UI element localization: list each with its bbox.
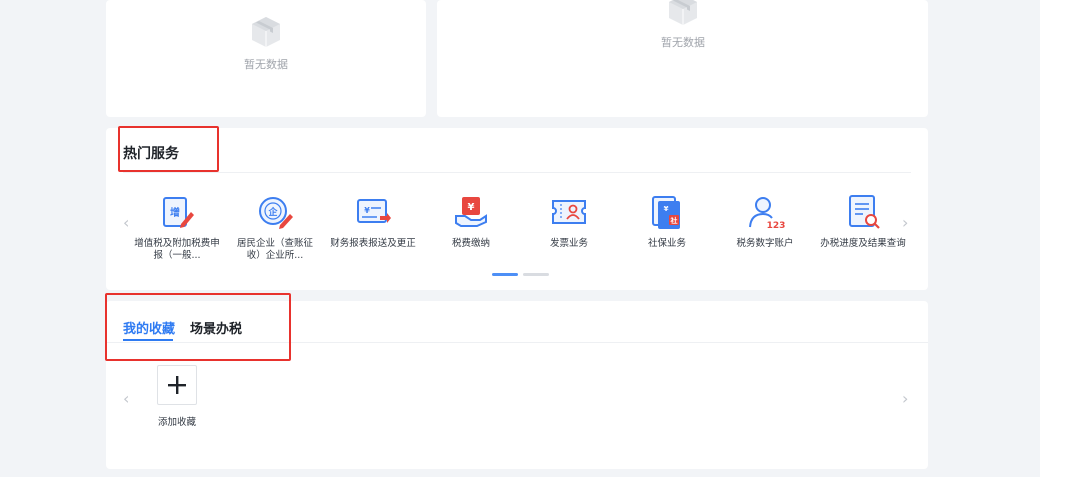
empty-state: 暂无数据 <box>229 14 303 72</box>
empty-text: 暂无数据 <box>244 58 288 71</box>
service-label: 税费缴纳 <box>451 238 490 249</box>
invoice-icon <box>552 200 586 224</box>
divider <box>123 172 911 173</box>
enterprise-income-icon: 企 <box>259 197 293 229</box>
service-item-digital-account[interactable]: 123 税务数字账户 <box>720 192 810 250</box>
svg-text:¥: ¥ <box>364 206 370 215</box>
service-label: 社保业务 <box>647 238 686 249</box>
digital-account-icon: 123 <box>749 197 785 231</box>
service-label: 增值税及附加税费申报（一般... <box>134 238 220 261</box>
annotation-box-favorites-tabs <box>105 293 291 361</box>
carousel-page-dot[interactable] <box>523 273 549 276</box>
social-security-icon: ¥ 社 <box>652 196 680 229</box>
add-favorite-label: 添加收藏 <box>157 417 196 428</box>
service-label: 发票业务 <box>549 238 588 249</box>
service-label: 居民企业（查账征收）企业所... <box>236 238 313 261</box>
svg-text:123: 123 <box>767 221 785 231</box>
favorites-prev-arrow[interactable]: ‹ <box>123 389 129 408</box>
service-label: 办税进度及结果查询 <box>820 238 906 249</box>
add-favorite-button[interactable]: 添加收藏 <box>150 365 204 428</box>
service-label: 财务报表报送及更正 <box>330 238 416 249</box>
annotation-box-hot-services <box>118 126 219 172</box>
service-item-tax-payment[interactable]: ¥ 税费缴纳 <box>426 192 516 250</box>
service-item-enterprise-income[interactable]: 企 居民企业（查账征收）企业所... <box>230 192 320 262</box>
svg-text:增: 增 <box>170 206 180 219</box>
empty-box-icon <box>252 17 280 47</box>
svg-text:社: 社 <box>670 216 678 225</box>
empty-card-left: 暂无数据 <box>106 0 426 117</box>
svg-text:¥: ¥ <box>468 202 475 213</box>
favorites-next-arrow[interactable]: › <box>902 389 908 408</box>
service-item-vat-report[interactable]: 增 增值税及附加税费申报（一般... <box>132 192 222 262</box>
empty-state: 暂无数据 <box>646 0 720 50</box>
carousel-prev-arrow[interactable]: ‹ <box>123 213 129 232</box>
service-item-invoice[interactable]: 发票业务 <box>524 192 614 250</box>
add-favorite-box[interactable] <box>157 365 197 405</box>
service-item-financial-statement[interactable]: ¥ 财务报表报送及更正 <box>328 192 418 250</box>
service-item-social-security[interactable]: ¥ 社 社保业务 <box>622 192 712 250</box>
hot-services-card: 热门服务 ‹ › 增 增值税及附加税费申报（一般... 企 居民企业（查账征收）… <box>106 128 928 290</box>
plus-icon <box>168 376 186 394</box>
progress-query-icon <box>849 195 880 229</box>
financial-statement-icon: ¥ <box>357 199 391 223</box>
right-side-panel <box>1040 0 1080 477</box>
svg-text:¥: ¥ <box>664 205 669 213</box>
empty-card-right: 暂无数据 <box>437 0 928 117</box>
tax-report-icon: 增 <box>163 197 194 228</box>
empty-text: 暂无数据 <box>661 36 705 49</box>
service-item-progress-query[interactable]: 办税进度及结果查询 <box>818 192 908 250</box>
empty-box-icon <box>669 0 697 25</box>
tax-payment-icon: ¥ <box>455 197 487 227</box>
carousel-page-dot-active[interactable] <box>492 273 518 276</box>
svg-text:企: 企 <box>267 206 278 218</box>
service-label: 税务数字账户 <box>736 238 794 249</box>
